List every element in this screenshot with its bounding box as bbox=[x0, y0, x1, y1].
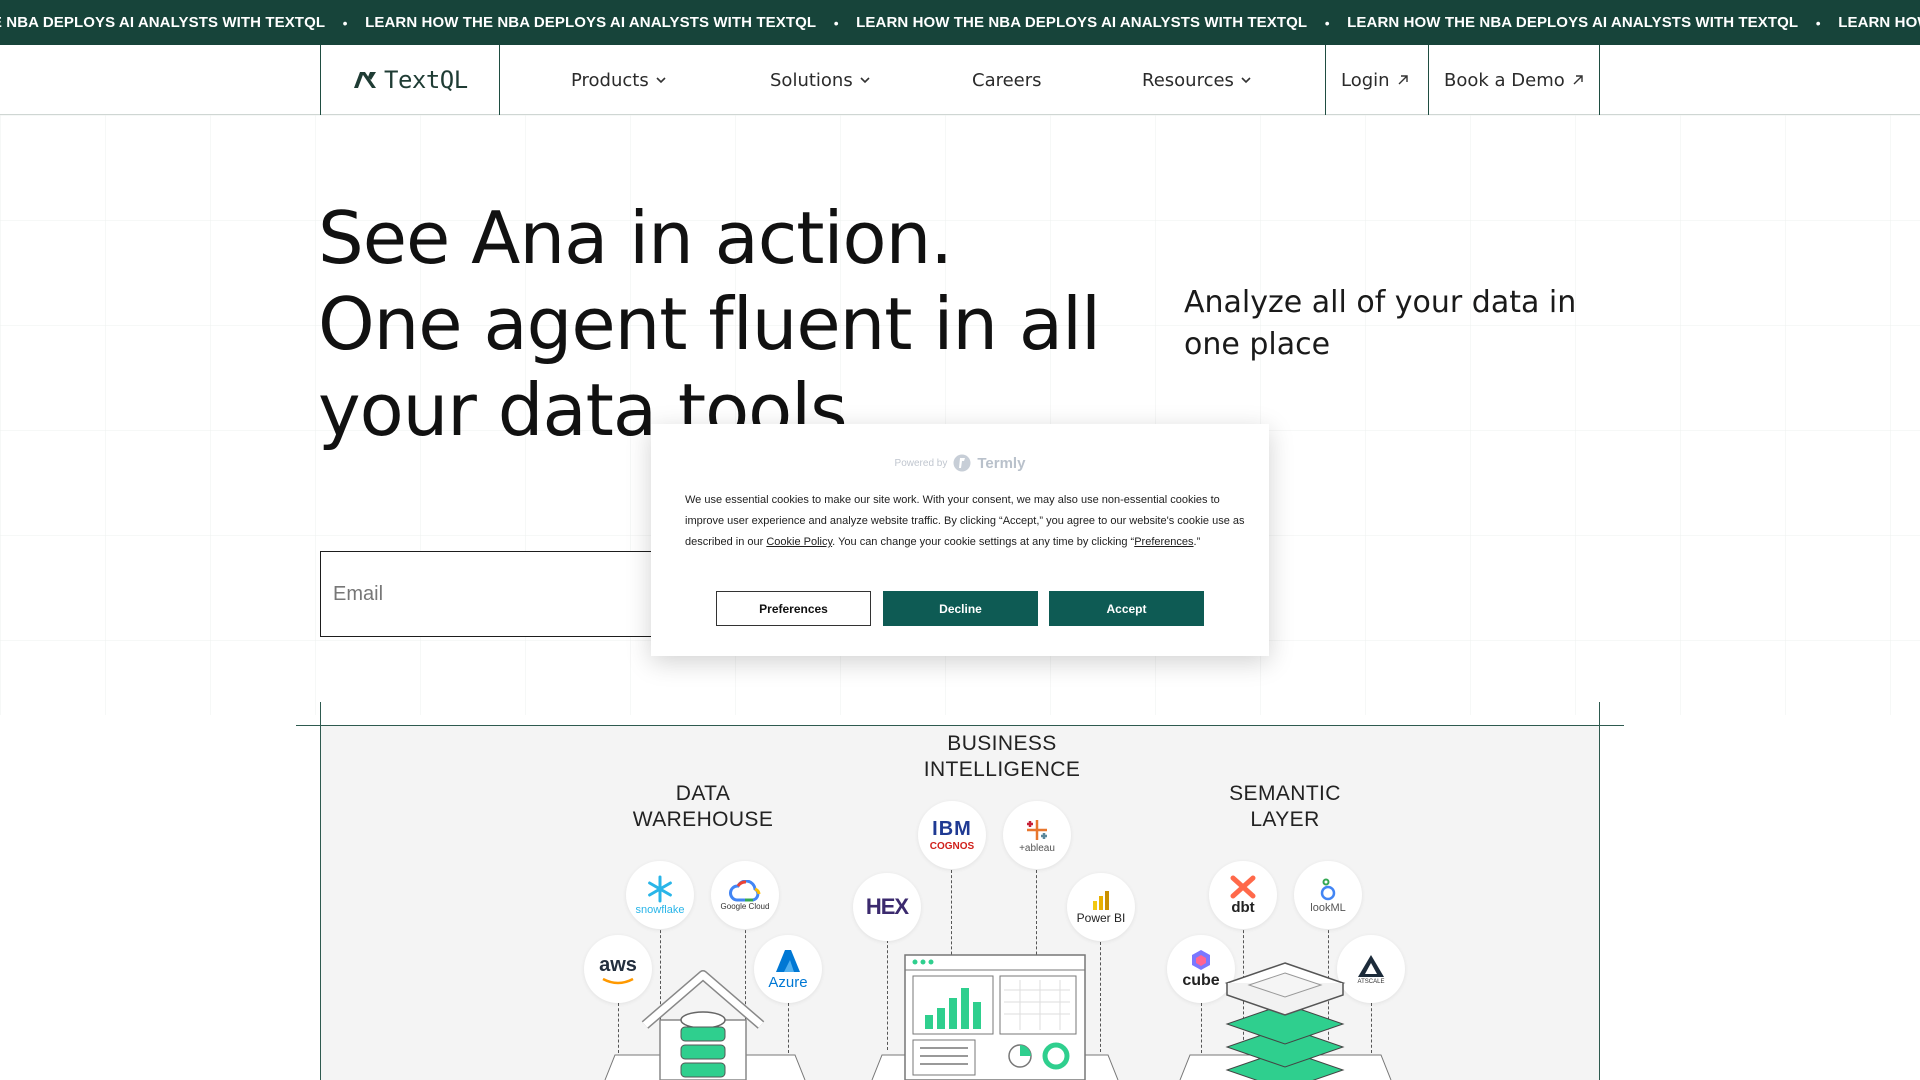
ticker-text[interactable]: LEARN HOW THE NBA DEPLOYS AI ANALYSTS WI… bbox=[365, 14, 816, 31]
google-cloud-logo: Google Cloud bbox=[711, 861, 779, 929]
nav-products[interactable]: Products bbox=[571, 45, 667, 115]
textql-logo-icon bbox=[354, 72, 376, 88]
cookie-message: We use essential cookies to make our sit… bbox=[685, 490, 1245, 553]
powered-by-termly: Powered by Termly bbox=[651, 454, 1269, 472]
logo-caption: Google Cloud bbox=[720, 901, 770, 911]
cookie-policy-link[interactable]: Cookie Policy bbox=[766, 536, 832, 548]
book-demo-label: Book a Demo bbox=[1444, 69, 1565, 91]
chevron-down-icon bbox=[1241, 77, 1251, 84]
preferences-button[interactable]: Preferences bbox=[716, 591, 871, 626]
cookie-consent-dialog: Powered by Termly We use essential cooki… bbox=[651, 424, 1269, 656]
login-label: Login bbox=[1341, 69, 1390, 91]
business-intelligence-label: BUSINESS INTELLIGENCE bbox=[900, 731, 1104, 783]
ticker-separator: • bbox=[342, 14, 348, 31]
logo-caption: IBM bbox=[932, 818, 972, 840]
textql-logo[interactable]: TextQL bbox=[352, 45, 468, 115]
label-line: DATA bbox=[675, 782, 731, 805]
cookie-text-part: .” bbox=[1193, 536, 1201, 548]
logo-text: TextQL bbox=[384, 66, 468, 94]
lookml-logo: lookML bbox=[1294, 861, 1362, 929]
dbt-icon bbox=[1230, 875, 1256, 898]
header-divider bbox=[1599, 45, 1600, 115]
logo-caption: lookML bbox=[1310, 902, 1346, 914]
termly-brand: Termly bbox=[977, 454, 1026, 472]
diagram-corner-tick bbox=[1599, 702, 1600, 726]
nav-label: Solutions bbox=[770, 69, 853, 91]
label-line: SEMANTIC bbox=[1229, 782, 1341, 805]
logo-caption: snowflake bbox=[635, 904, 685, 916]
external-arrow-icon bbox=[1573, 75, 1583, 85]
header-divider bbox=[1428, 45, 1429, 115]
hero-title-line: See Ana in action. bbox=[318, 196, 953, 280]
hero-subtitle: Analyze all of your data in one place bbox=[1184, 285, 1577, 362]
decline-button[interactable]: Decline bbox=[883, 591, 1038, 626]
header-divider bbox=[1325, 45, 1326, 115]
label-line: INTELLIGENCE bbox=[923, 758, 1081, 781]
logo-caption: +ableau bbox=[1019, 842, 1055, 854]
diagram-corner-tick bbox=[320, 702, 321, 726]
semantic-layer-illustration bbox=[1179, 962, 1392, 1080]
chevron-down-icon bbox=[656, 77, 666, 84]
snowflake-logo: snowflake bbox=[626, 861, 694, 929]
cookie-text-part: . You can change your cookie settings at… bbox=[832, 536, 1135, 548]
semantic-layer-label: SEMANTIC LAYER bbox=[1183, 781, 1387, 833]
snowflake-icon bbox=[648, 875, 672, 903]
logo-caption: dbt bbox=[1231, 898, 1255, 916]
nav-careers[interactable]: Careers bbox=[972, 45, 1042, 115]
logo-caption: COGNOS bbox=[929, 841, 975, 852]
ticker-separator: • bbox=[833, 14, 839, 31]
ibm-cognos-logo: IBM COGNOS bbox=[918, 801, 986, 869]
nav-label: Careers bbox=[972, 69, 1042, 91]
dbt-logo: dbt bbox=[1209, 861, 1277, 929]
announcement-ticker[interactable]: HE NBA DEPLOYS AI ANALYSTS WITH TEXTQL •… bbox=[0, 0, 1920, 45]
ticker-text[interactable]: LEARN HOW THE NBA DEPLOYS AI ANALYSTS WI… bbox=[856, 14, 1307, 31]
label-line: BUSINESS bbox=[947, 732, 1057, 755]
power-bi-logo: Power BI bbox=[1067, 873, 1135, 941]
data-warehouse-label: DATA WAREHOUSE bbox=[600, 781, 806, 833]
login-link[interactable]: Login bbox=[1341, 45, 1410, 115]
chevron-down-icon bbox=[860, 77, 870, 84]
hex-logo: HEX bbox=[853, 873, 921, 941]
lookml-icon bbox=[1320, 878, 1336, 901]
nav-label: Resources bbox=[1142, 69, 1234, 91]
ticker-text[interactable]: HE NBA DEPLOYS AI ANALYSTS WITH TEXTQL bbox=[0, 14, 325, 31]
hero-title-line: One agent fluent in all bbox=[318, 282, 1101, 366]
nav-label: Products bbox=[571, 69, 649, 91]
header-divider bbox=[499, 45, 500, 115]
ticker-text[interactable]: LEARN HOW THE NBA DEPLOYS AI ANALYSTS WI… bbox=[1838, 14, 1920, 31]
book-demo-link[interactable]: Book a Demo bbox=[1444, 45, 1585, 115]
logo-caption: Power BI bbox=[1076, 911, 1126, 925]
powered-by-label: Powered by bbox=[894, 457, 948, 469]
ticker-text[interactable]: LEARN HOW THE NBA DEPLOYS AI ANALYSTS WI… bbox=[1347, 14, 1798, 31]
tableau-icon bbox=[1027, 819, 1047, 840]
ticker-separator: • bbox=[1815, 14, 1821, 31]
power-bi-icon bbox=[1093, 891, 1109, 910]
accept-button[interactable]: Accept bbox=[1049, 591, 1204, 626]
data-warehouse-illustration bbox=[604, 970, 806, 1080]
diagram-top-border bbox=[296, 725, 1624, 726]
external-arrow-icon bbox=[1398, 75, 1408, 85]
label-line: LAYER bbox=[1250, 808, 1320, 831]
termly-logo-icon bbox=[953, 454, 971, 472]
nav-solutions[interactable]: Solutions bbox=[770, 45, 871, 115]
hero-title: See Ana in action. One agent fluent in a… bbox=[318, 195, 1118, 453]
tableau-logo: +ableau bbox=[1003, 801, 1071, 869]
google-cloud-icon bbox=[729, 879, 761, 901]
label-line: WAREHOUSE bbox=[632, 808, 774, 831]
site-header: TextQL Products Solutions Careers Resour… bbox=[0, 45, 1920, 115]
ticker-separator: • bbox=[1324, 14, 1330, 31]
nav-resources[interactable]: Resources bbox=[1142, 45, 1252, 115]
header-divider bbox=[320, 45, 321, 115]
bi-dashboard-illustration bbox=[871, 954, 1119, 1080]
preferences-link[interactable]: Preferences bbox=[1134, 536, 1193, 548]
logo-caption: HEX bbox=[865, 894, 909, 919]
